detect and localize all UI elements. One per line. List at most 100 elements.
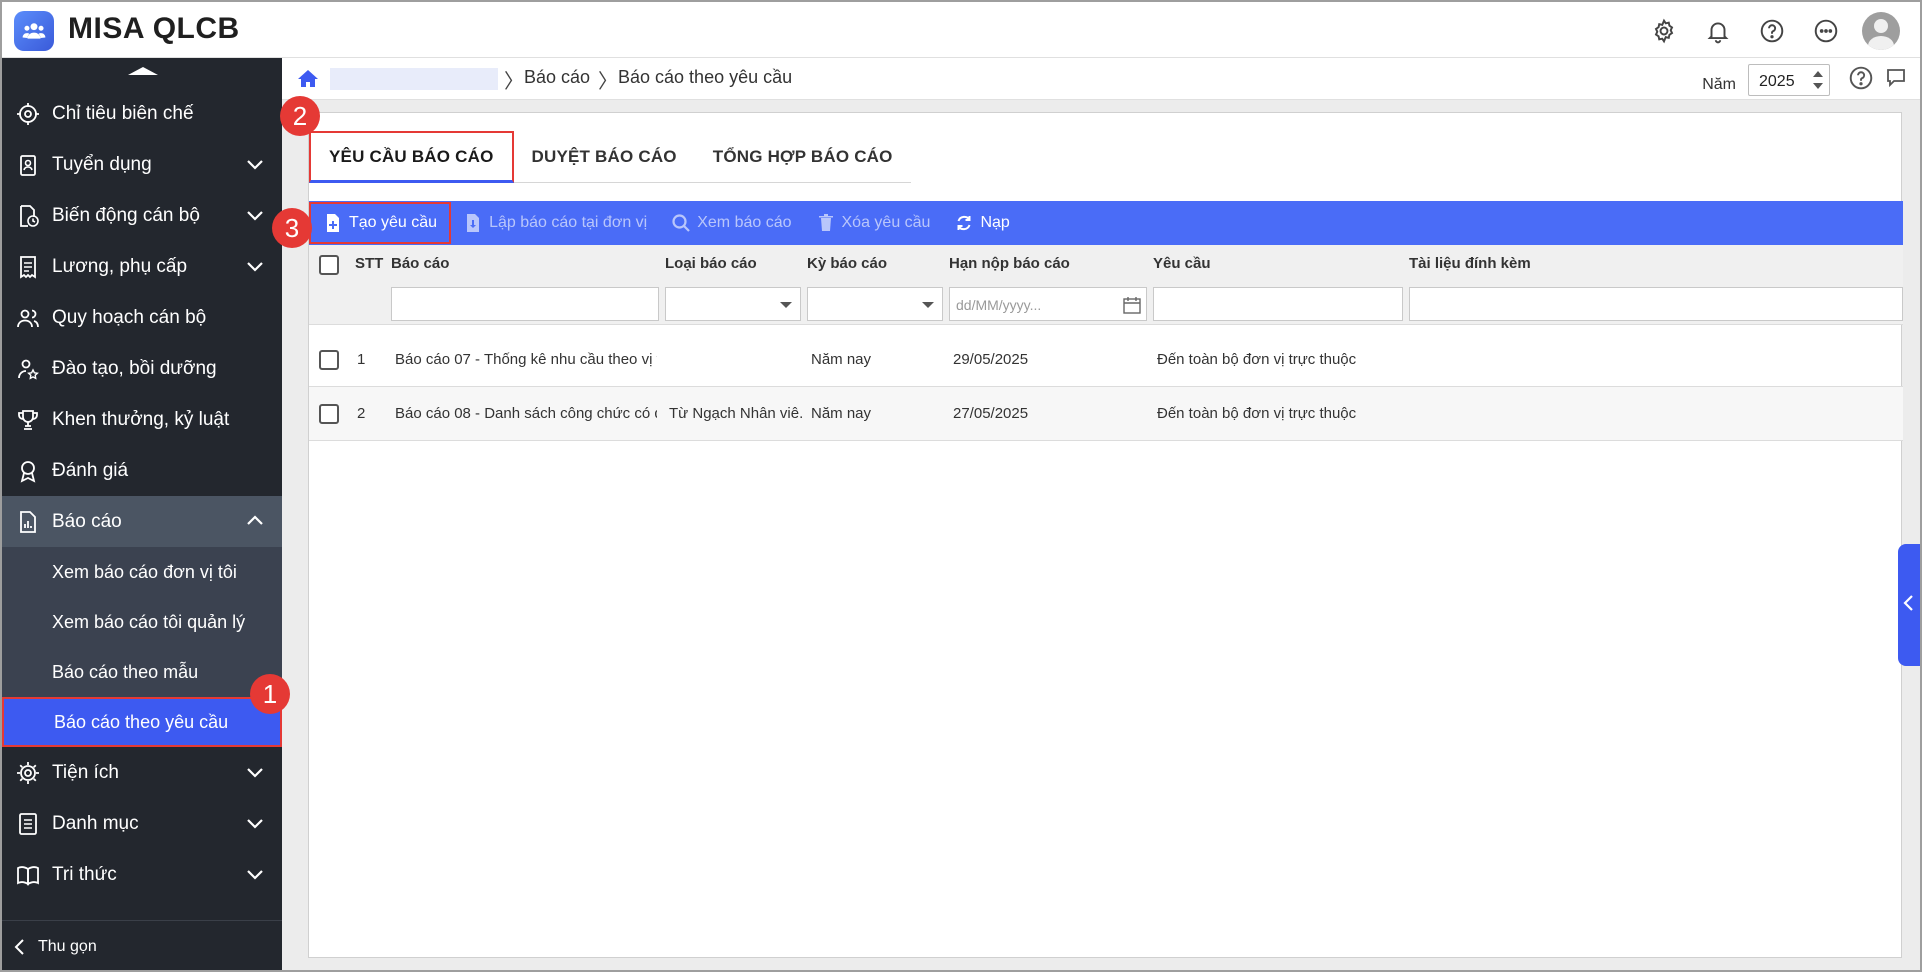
report-panel: YÊU CẦU BÁO CÁO DUYỆT BÁO CÁO TỔNG HỢP B… bbox=[308, 112, 1903, 958]
filter-period-select[interactable] bbox=[807, 287, 943, 321]
sidebar-item-label: Danh mục bbox=[52, 812, 139, 834]
feedback-icon[interactable] bbox=[1884, 66, 1908, 90]
sidebar-item-danh-gia[interactable]: Đánh giá bbox=[2, 445, 282, 496]
top-header: MISA QLCB bbox=[2, 2, 1920, 58]
reload-button[interactable]: Nạp bbox=[942, 201, 1021, 245]
table-row[interactable]: 1 Báo cáo 07 - Thống kê nhu cầu theo vị … bbox=[309, 333, 1903, 387]
trash-icon bbox=[818, 214, 833, 231]
help-icon[interactable] bbox=[1754, 13, 1790, 49]
document-download-icon bbox=[467, 214, 480, 232]
filter-report-input[interactable] bbox=[391, 287, 659, 321]
sidebar-item-label: Đánh giá bbox=[52, 459, 129, 481]
calendar-icon[interactable] bbox=[1122, 295, 1142, 315]
column-header-request[interactable]: Yêu cầu bbox=[1153, 255, 1211, 272]
column-header-report[interactable]: Báo cáo bbox=[391, 255, 449, 272]
sidebar-item-luong-phu-cap[interactable]: Lương, phụ cấp bbox=[2, 241, 282, 292]
breadcrumb-reports-link[interactable]: Báo cáo bbox=[524, 67, 590, 88]
breadcrumb-separator-icon: 〉 bbox=[598, 71, 618, 93]
sidebar-subitem-bao-cao-theo-yeu-cau[interactable]: Báo cáo theo yêu cầu bbox=[2, 697, 282, 747]
sidebar-item-tuyen-dung[interactable]: Tuyển dụng bbox=[2, 139, 282, 190]
tab-summary-reports[interactable]: TỔNG HỢP BÁO CÁO bbox=[694, 131, 911, 183]
user-avatar[interactable] bbox=[1862, 12, 1900, 50]
award-icon bbox=[14, 457, 42, 485]
page-help-icon[interactable] bbox=[1848, 65, 1874, 91]
row-period: Năm nay bbox=[811, 405, 872, 422]
delete-request-button[interactable]: Xóa yêu cầu bbox=[804, 201, 943, 245]
home-icon[interactable] bbox=[296, 67, 320, 91]
tab-report-requests[interactable]: YÊU CẦU BÁO CÁO bbox=[309, 131, 514, 183]
app-window: MISA QLCB Chỉ tiêu biên chế Tuyển dụng Biế… bbox=[0, 0, 1922, 972]
create-request-label: Tạo yêu cầu bbox=[349, 214, 438, 231]
sidebar-item-tri-thuc[interactable]: Tri thức bbox=[2, 849, 282, 900]
sidebar: Chỉ tiêu biên chế Tuyển dụng Biến động cán… bbox=[2, 58, 282, 970]
chevron-down-icon bbox=[247, 870, 263, 880]
step-badge-1: 1 bbox=[250, 674, 290, 714]
sidebar-subitem-xem-bao-cao-toi-quan-ly[interactable]: Xem báo cáo tôi quản lý bbox=[2, 597, 282, 647]
row-request: Đến toàn bộ đơn vị trực thuộc bbox=[1157, 405, 1357, 422]
chevron-left-icon bbox=[14, 938, 24, 955]
settings-gear-icon[interactable] bbox=[1646, 13, 1682, 49]
column-header-attachment[interactable]: Tài liệu đính kèm bbox=[1409, 255, 1531, 272]
chevron-down-icon bbox=[247, 211, 263, 221]
sidebar-item-chi-tieu-bien-che[interactable]: Chỉ tiêu biên chế bbox=[2, 88, 282, 139]
column-header-type[interactable]: Loại báo cáo bbox=[665, 255, 757, 272]
sidebar-scroll-up-icon[interactable] bbox=[126, 66, 160, 76]
book-icon bbox=[14, 861, 42, 889]
table-row[interactable]: 2 Báo cáo 08 - Danh sách công chức có đủ… bbox=[309, 387, 1903, 441]
sidebar-item-danh-muc[interactable]: Danh mục bbox=[2, 798, 282, 849]
sidebar-submenu-reports: Xem báo cáo đơn vị tôi Xem báo cáo tôi qu… bbox=[2, 547, 282, 747]
delete-request-label: Xóa yêu cầu bbox=[841, 214, 931, 231]
add-document-icon bbox=[327, 214, 339, 232]
row-deadline: 27/05/2025 bbox=[953, 405, 1029, 422]
breadcrumb-unit-placeholder[interactable] bbox=[330, 68, 498, 90]
sidebar-item-label: Biến động cán bộ bbox=[52, 204, 200, 226]
sidebar-item-bien-dong-can-bo[interactable]: Biến động cán bộ bbox=[2, 190, 282, 241]
chevron-down-icon bbox=[247, 768, 263, 778]
spinner-arrows-icon[interactable] bbox=[1811, 67, 1825, 93]
create-request-button[interactable]: Tạo yêu cầu bbox=[309, 202, 452, 244]
more-options-icon[interactable] bbox=[1808, 13, 1844, 49]
users-icon bbox=[14, 304, 42, 332]
filter-request-input[interactable] bbox=[1153, 287, 1403, 321]
row-checkbox[interactable] bbox=[319, 350, 339, 370]
row-request: Đến toàn bộ đơn vị trực thuộc bbox=[1157, 351, 1357, 368]
breadcrumb-current: Báo cáo theo yêu cầu bbox=[618, 67, 793, 87]
sidebar-item-tien-ich[interactable]: Tiện ích bbox=[2, 747, 282, 798]
row-stt: 1 bbox=[357, 351, 366, 368]
app-title: MISA QLCB bbox=[68, 12, 240, 45]
filter-deadline-date[interactable]: dd/MM/yyyy... bbox=[949, 287, 1147, 321]
select-all-checkbox[interactable] bbox=[319, 255, 339, 275]
receipt-icon bbox=[14, 253, 42, 281]
sidebar-subitem-bao-cao-theo-mau[interactable]: Báo cáo theo mẫu bbox=[2, 647, 282, 697]
make-report-button[interactable]: Lập báo cáo tại đơn vị bbox=[451, 201, 659, 245]
sidebar-item-khen-thuong-ky-luat[interactable]: Khen thưởng, kỷ luật bbox=[2, 394, 282, 445]
year-value: 2025 bbox=[1759, 73, 1795, 90]
filter-attachment-input[interactable] bbox=[1409, 287, 1903, 321]
view-report-button[interactable]: Xem báo cáo bbox=[659, 201, 803, 245]
notification-bell-icon[interactable] bbox=[1700, 13, 1736, 49]
list-icon bbox=[14, 810, 42, 838]
side-panel-toggle[interactable] bbox=[1898, 544, 1920, 666]
tab-approve-reports[interactable]: DUYỆT BÁO CÁO bbox=[513, 131, 695, 183]
filter-type-select[interactable] bbox=[665, 287, 801, 321]
sidebar-item-quy-hoach-can-bo[interactable]: Quy hoạch cán bộ bbox=[2, 292, 282, 343]
sidebar-collapse-button[interactable]: Thu gọn bbox=[2, 920, 282, 970]
column-header-deadline[interactable]: Hạn nộp báo cáo bbox=[949, 255, 1070, 272]
tab-bar: YÊU CẦU BÁO CÁO DUYỆT BÁO CÁO TỔNG HỢP B… bbox=[309, 131, 911, 183]
row-checkbox[interactable] bbox=[319, 404, 339, 424]
sidebar-item-label: Chỉ tiêu biên chế bbox=[52, 102, 194, 124]
step-badge-2: 2 bbox=[280, 96, 320, 136]
sidebar-item-label: Tuyển dụng bbox=[52, 153, 152, 175]
breadcrumb: 〉 Báo cáo 〉 Báo cáo theo yêu cầu Năm 202… bbox=[282, 58, 1920, 100]
column-header-stt[interactable]: STT bbox=[355, 255, 383, 272]
app-logo-icon[interactable] bbox=[14, 11, 54, 51]
chevron-down-icon bbox=[780, 302, 792, 308]
column-header-period[interactable]: Kỳ báo cáo bbox=[807, 255, 887, 272]
collapse-label: Thu gọn bbox=[38, 937, 97, 955]
row-report-type: Từ Ngạch Nhân viê... bbox=[669, 405, 803, 422]
row-report-name: Báo cáo 08 - Danh sách công chức có đủ t… bbox=[395, 405, 657, 422]
sidebar-item-bao-cao[interactable]: Báo cáo bbox=[2, 496, 282, 547]
year-stepper[interactable]: 2025 bbox=[1748, 64, 1830, 96]
sidebar-subitem-xem-bao-cao-don-vi-toi[interactable]: Xem báo cáo đơn vị tôi bbox=[2, 547, 282, 597]
sidebar-item-dao-tao-boi-duong[interactable]: Đào tạo, bồi dưỡng bbox=[2, 343, 282, 394]
